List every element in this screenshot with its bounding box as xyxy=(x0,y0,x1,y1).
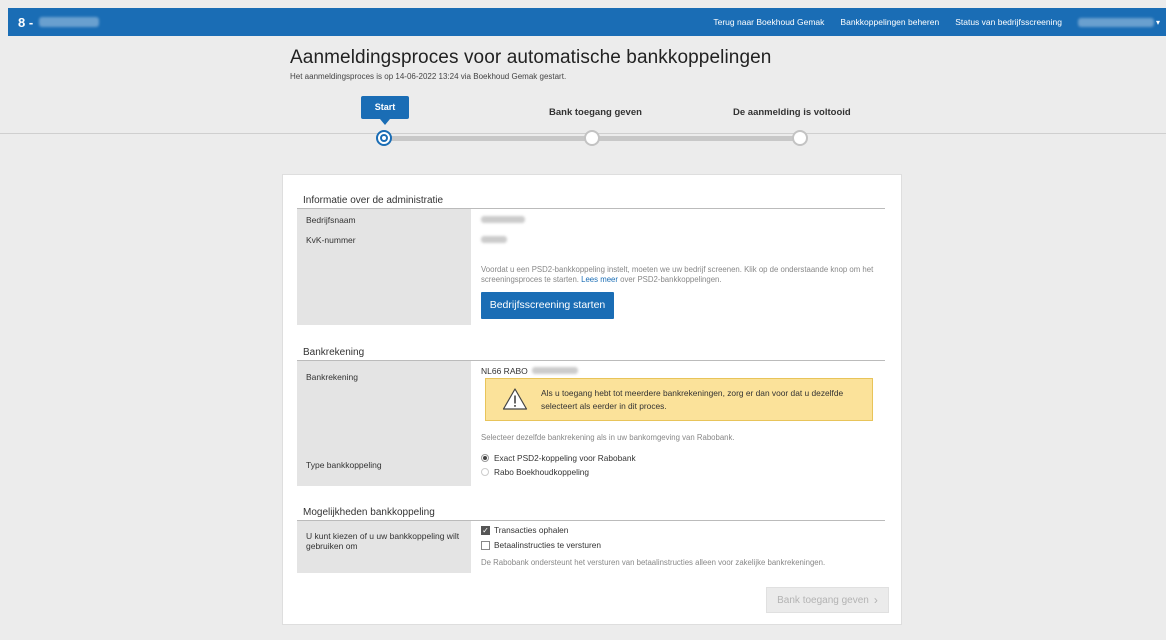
possibilities-section-title: Mogelijkheden bankkoppeling xyxy=(303,507,435,518)
step-start-label: Start xyxy=(361,96,409,125)
radio-exact-psd2[interactable]: Exact PSD2-koppeling voor Rabobank xyxy=(481,453,636,463)
bank-account-number-redacted xyxy=(532,367,579,374)
radio-rabo-boekhoudkoppeling-label: Rabo Boekhoudkoppeling xyxy=(494,467,590,477)
manage-bank-links-link[interactable]: Bankkoppelingen beheren xyxy=(840,17,939,27)
bank-section-title: Bankrekening xyxy=(303,347,365,358)
enrollment-form-card: Informatie over de administratie Bedrijf… xyxy=(282,174,902,625)
kvk-number-value-redacted xyxy=(481,236,507,243)
user-menu[interactable]: ▾ xyxy=(1077,17,1160,27)
bank-account-hint: Selecteer dezelfde bankrekening als in u… xyxy=(481,433,735,442)
company-switcher[interactable]: 8 - xyxy=(18,14,100,30)
admin-label-column xyxy=(297,209,471,325)
radio-button-unselected[interactable] xyxy=(481,468,489,476)
step-bank-access-label: Bank toegang geven xyxy=(549,107,642,118)
chevron-right-icon: › xyxy=(873,593,878,607)
company-prefix: 8 - xyxy=(18,14,34,30)
checkbox-send-payment-instructions-label: Betaalinstructies te versturen xyxy=(494,540,601,550)
page-header: Aanmeldingsproces voor automatische bank… xyxy=(290,47,771,81)
page-title: Aanmeldingsproces voor automatische bank… xyxy=(290,47,772,68)
checkbox-unchecked[interactable] xyxy=(481,540,490,550)
checkbox-fetch-transactions[interactable]: ✓ Transacties ophalen xyxy=(481,525,568,535)
grant-bank-access-button-label: Bank toegang geven xyxy=(777,594,869,606)
bank-account-value: NL66 RABO xyxy=(481,366,579,376)
payment-instructions-note: De Rabobank ondersteunt het versturen va… xyxy=(481,558,826,567)
bank-account-label: Bankrekening xyxy=(306,372,358,382)
step-start-dot xyxy=(376,130,392,146)
checkbox-fetch-transactions-label: Transacties ophalen xyxy=(494,525,569,535)
checkbox-send-payment-instructions[interactable]: Betaalinstructies te versturen xyxy=(481,540,601,550)
radio-rabo-boekhoudkoppeling[interactable]: Rabo Boekhoudkoppeling xyxy=(481,467,589,477)
step-complete-label: De aanmelding is voltooid xyxy=(733,107,851,118)
warning-icon xyxy=(502,388,528,410)
radio-button-selected[interactable] xyxy=(481,454,489,462)
grant-bank-access-button[interactable]: Bank toegang geven › xyxy=(766,587,889,613)
company-name-redacted xyxy=(39,17,100,27)
step-complete-dot xyxy=(792,130,808,146)
bank-account-value-text: NL66 RABO xyxy=(481,366,528,376)
company-name-label: Bedrijfsnaam xyxy=(306,215,356,225)
multiple-accounts-warning: Als u toegang hebt tot meerdere bankreke… xyxy=(485,378,873,421)
page-subtitle: Het aanmeldingsproces is op 14-06-2022 1… xyxy=(290,72,567,81)
top-navigation-bar: 8 - Terug naar Boekhoud Gemak Bankkoppel… xyxy=(8,8,1166,36)
company-name-value-redacted xyxy=(481,216,525,223)
screening-status-link[interactable]: Status van bedrijfsscreening xyxy=(955,17,1062,27)
possibilities-label: U kunt kiezen of u uw bankkoppeling wilt… xyxy=(306,531,460,551)
link-type-label: Type bankkoppeling xyxy=(306,460,382,470)
screening-info-text: Voordat u een PSD2-bankkoppeling instelt… xyxy=(481,265,877,285)
screening-info-text-end: over PSD2-bankkoppelingen. xyxy=(620,275,722,284)
progress-stepper: Start Bank toegang geven De aanmelding i… xyxy=(0,96,1166,156)
top-nav-links: Terug naar Boekhoud Gemak Bankkoppelinge… xyxy=(713,8,1166,36)
read-more-link[interactable]: Lees meer xyxy=(581,275,618,284)
admin-section-title: Informatie over de administratie xyxy=(303,195,444,206)
warning-text: Als u toegang hebt tot meerdere bankreke… xyxy=(541,388,844,411)
chevron-down-icon: ▾ xyxy=(1155,17,1160,27)
step-bank-access-dot xyxy=(584,130,600,146)
user-name-redacted xyxy=(1077,17,1154,27)
checkbox-checked[interactable]: ✓ xyxy=(481,525,490,535)
kvk-number-label: KvK-nummer xyxy=(306,235,356,245)
radio-exact-psd2-label: Exact PSD2-koppeling voor Rabobank xyxy=(494,453,636,463)
back-to-boekhoud-gemak-link[interactable]: Terug naar Boekhoud Gemak xyxy=(713,17,824,27)
start-screening-button[interactable]: Bedrijfsscreening starten xyxy=(481,292,614,319)
